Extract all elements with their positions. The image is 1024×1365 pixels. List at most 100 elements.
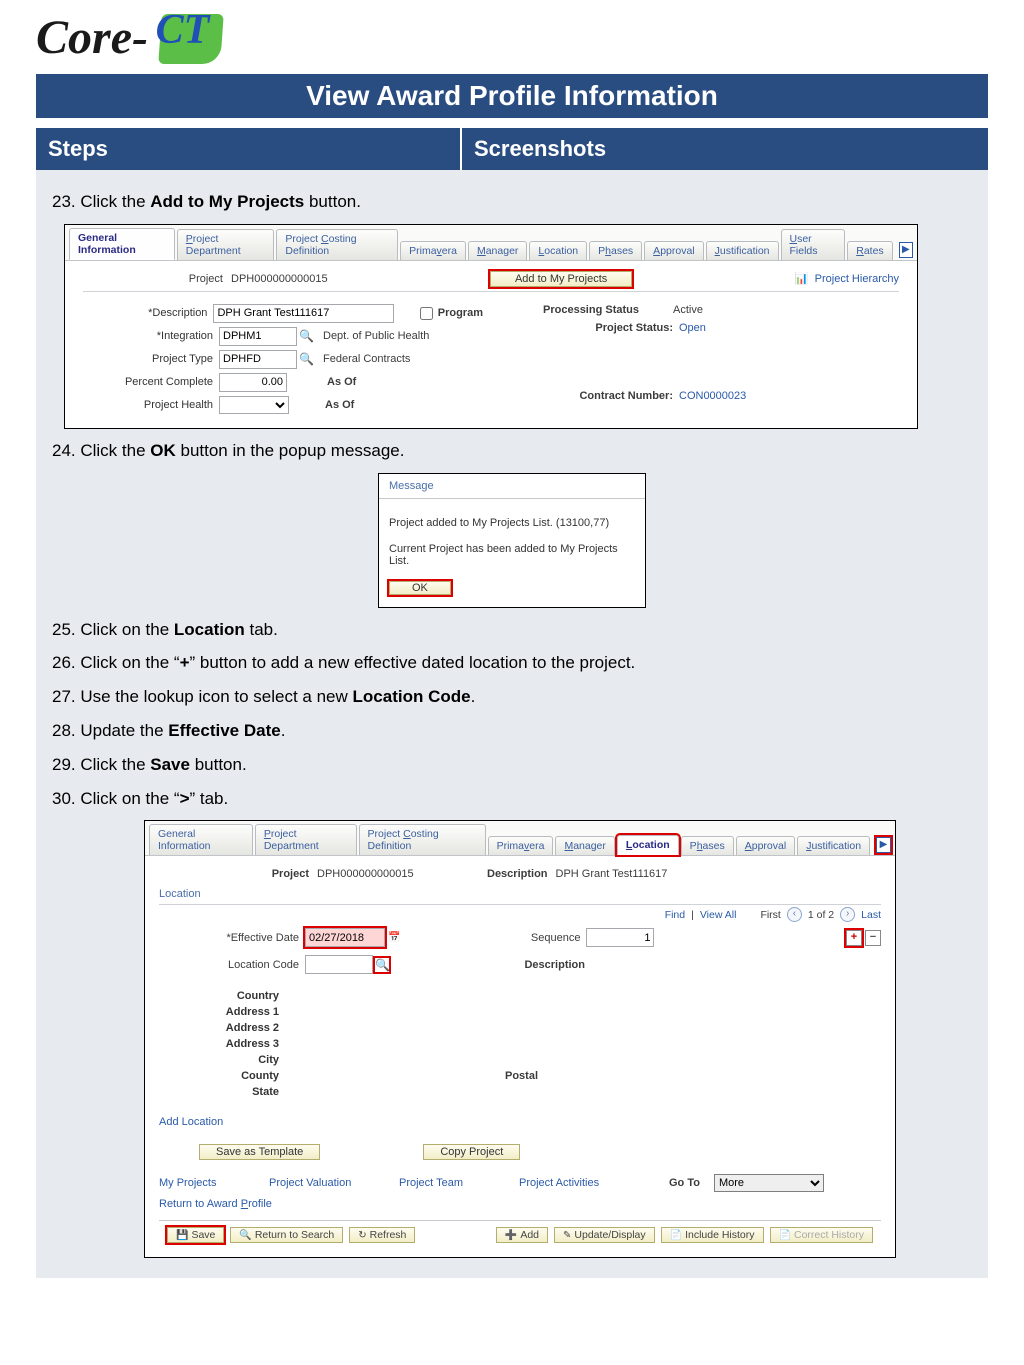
tab-project-department-2[interactable]: Project Department [255,824,357,855]
delete-row-button[interactable]: − [865,930,881,946]
save-button[interactable]: 💾Save [167,1227,224,1243]
asof-label-2: As Of [325,399,354,411]
project-label: Project [83,273,231,285]
country-label: Country [159,990,285,1002]
step-26: 26. Click on the “+” button to add a new… [52,651,978,675]
county-label: County [159,1070,285,1082]
contract-number-link[interactable]: CON0000023 [679,390,746,402]
add-row-button[interactable]: + [846,930,862,946]
step-24: 24. Click the OK button in the popup mes… [52,439,978,463]
step-30: 30. Click on the “>” tab. [52,787,978,811]
project-status-label: Project Status: [543,322,679,334]
location-desc-label: Description [445,959,591,971]
column-headers: Steps Screenshots [36,128,988,170]
sequence-input[interactable] [586,928,654,947]
state-label: State [159,1086,285,1098]
content-area: 23. Click the Add to My Projects button.… [36,170,988,1278]
include-history-icon: 📄 [670,1230,682,1241]
tab-general-information[interactable]: General Information [69,228,175,260]
next-page-icon[interactable]: › [840,907,855,922]
project-type-lookup-icon[interactable]: 🔍 [299,352,313,366]
processing-status-label: Processing Status [543,304,673,316]
project-health-select[interactable] [219,396,289,414]
project-type-label: Project Type [83,353,219,365]
tab-project-department[interactable]: Project Department [177,229,275,260]
tab-location-2[interactable]: Location [617,835,679,855]
percent-complete-input[interactable] [219,373,287,392]
tab-justification[interactable]: Justification [706,241,779,260]
step-25: 25. Click on the Location tab. [52,618,978,642]
tab-overflow-right-icon[interactable]: ▶ [899,242,913,258]
find-link[interactable]: Find [665,909,685,921]
step-24-post: button in the popup message. [176,441,405,460]
tab-primavera[interactable]: Primavera [400,241,466,260]
location-code-input[interactable] [305,955,373,974]
tab-location[interactable]: Location [529,241,587,260]
return-to-award-profile-link[interactable]: Return to Award Profile [159,1198,272,1210]
view-all-link[interactable]: View All [700,909,737,921]
project-hierarchy-link[interactable]: Project Hierarchy [815,273,899,285]
refresh-button[interactable]: ↻Refresh [349,1227,415,1243]
tab-primavera-2[interactable]: Primavera [488,836,554,855]
tab-general-information-2[interactable]: General Information [149,824,253,855]
logo-ct-text: CT [156,6,210,54]
asof-label-1: As Of [327,376,356,388]
update-icon: ✎ [563,1230,571,1241]
tab-phases-2[interactable]: Phases [681,836,734,855]
tab-project-costing-definition-2[interactable]: Project Costing Definition [359,824,486,855]
tab-phases[interactable]: Phases [589,241,642,260]
update-display-button[interactable]: ✎Update/Display [554,1227,655,1243]
tab-project-costing-definition[interactable]: Project Costing Definition [276,229,398,260]
copy-project-button[interactable]: Copy Project [423,1144,520,1160]
tab-approval[interactable]: Approval [644,241,703,260]
add-location-link[interactable]: Add Location [159,1116,223,1128]
description-value-2: DPH Grant Test111617 [556,868,668,880]
integration-input[interactable] [219,327,297,346]
prev-page-icon[interactable]: ‹ [787,907,802,922]
tab-overflow-right-icon-2[interactable]: ▶ [876,837,891,853]
project-activities-link[interactable]: Project Activities [519,1177,659,1189]
address1-label: Address 1 [159,1006,285,1018]
ok-button[interactable]: OK [389,581,451,595]
program-checkbox[interactable] [420,307,433,320]
add-button[interactable]: ➕Add [496,1227,548,1243]
include-history-button[interactable]: 📄Include History [661,1227,764,1243]
step-28: 28. Update the Effective Date. [52,719,978,743]
processing-status-value: Active [673,304,703,316]
screenshot-2-location-page: General Information Project Department P… [144,820,896,1258]
sequence-label: Sequence [440,932,586,944]
tab-user-fields[interactable]: User Fields [781,229,846,260]
my-projects-link[interactable]: My Projects [159,1177,269,1189]
goto-select[interactable]: More [714,1174,824,1192]
description-input[interactable] [213,304,393,323]
project-status-link[interactable]: Open [679,322,706,334]
integration-lookup-icon[interactable]: 🔍 [299,329,313,343]
message-title: Message [379,474,645,499]
add-to-my-projects-button[interactable]: Add to My Projects [490,271,632,287]
hierarchy-icon: 📊 [795,272,811,286]
screenshot-1-project-page: General Information Project Department P… [64,224,918,429]
description-label-2: Description [487,868,556,880]
tab-manager-2[interactable]: Manager [555,836,614,855]
return-to-search-button[interactable]: 🔍Return to Search [230,1227,343,1243]
location-section-title: Location [159,888,881,900]
last-link[interactable]: Last [861,909,881,921]
message-dialog: Message Project added to My Projects Lis… [378,473,646,608]
step-23-pre: 23. Click the [52,192,150,211]
tab-rates[interactable]: Rates [847,241,892,260]
correct-history-button[interactable]: 📄Correct History [770,1227,873,1243]
location-code-lookup-icon[interactable]: 🔍 [375,958,389,972]
project-valuation-link[interactable]: Project Valuation [269,1177,399,1189]
project-team-link[interactable]: Project Team [399,1177,519,1189]
calendar-icon[interactable]: 📅 [388,932,400,943]
tab-manager[interactable]: Manager [468,241,527,260]
tab-justification-2[interactable]: Justification [797,836,870,855]
effective-date-label: *Effective Date [159,932,305,944]
save-as-template-button[interactable]: Save as Template [199,1144,320,1160]
project-type-input[interactable] [219,350,297,369]
location-code-label: Location Code [159,959,305,971]
percent-complete-label: Percent Complete [83,376,219,388]
tab-row: General Information Project Department P… [65,225,917,261]
effective-date-input[interactable] [305,928,385,947]
tab-approval-2[interactable]: Approval [736,836,795,855]
